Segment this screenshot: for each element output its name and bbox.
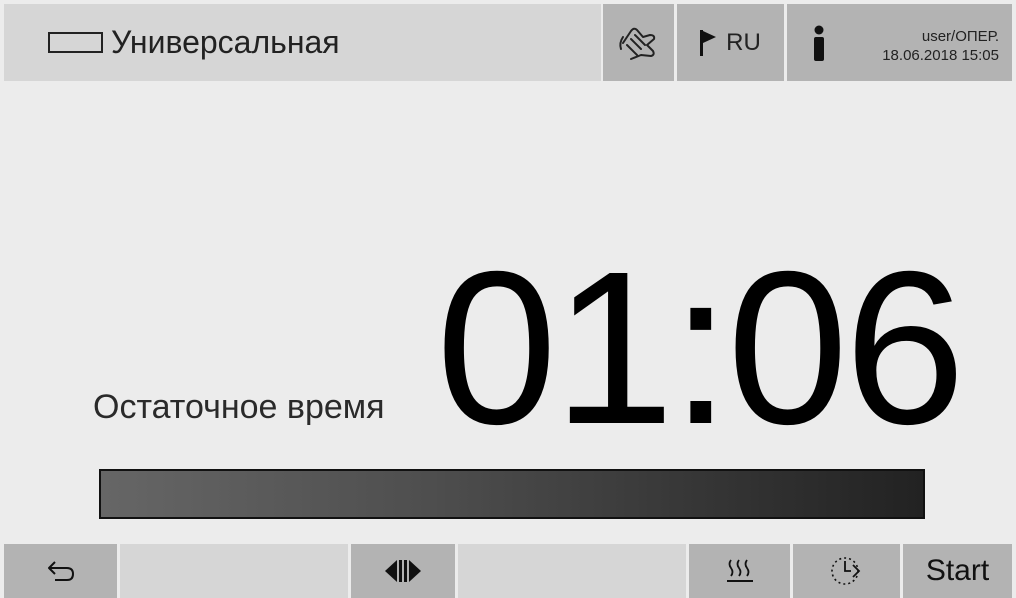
bottom-bar-spacer: [458, 544, 686, 598]
hand-touch-icon: [618, 27, 655, 60]
navigate-button[interactable]: [351, 544, 455, 598]
datetime: 18.06.2018 15:05: [882, 46, 999, 64]
left-right-arrows-icon: [385, 560, 421, 582]
delayed-start-icon: [830, 557, 860, 585]
back-arrow-icon: [47, 561, 74, 581]
top-bar: Универсальная RU user/ОПЕР. 18.06.2018 1…: [4, 4, 1012, 81]
program-rectangle-icon: [48, 32, 103, 53]
language-label: RU: [726, 28, 761, 56]
program-title: Универсальная: [111, 24, 340, 60]
user-name: user/ОПЕР.: [921, 28, 999, 45]
hand-touch-button[interactable]: [603, 4, 674, 81]
program-title-area: Универсальная: [4, 4, 601, 81]
progress-bar: [99, 469, 925, 519]
user-info: user/ОПЕР. 18.06.2018 15:05: [882, 28, 999, 66]
progress-bar-fill: [101, 471, 923, 517]
user-button[interactable]: user/ОПЕР. 18.06.2018 15:05: [787, 4, 1012, 81]
person-icon: [814, 25, 824, 61]
remaining-time-label: Остаточное время: [93, 388, 385, 426]
language-button[interactable]: RU: [677, 4, 784, 81]
start-button[interactable]: Start: [903, 544, 1012, 598]
heat-waves-icon: [726, 559, 753, 582]
flag-icon: [700, 29, 717, 56]
remaining-time-value: 01:06: [436, 227, 966, 470]
start-label: Start: [925, 554, 990, 587]
bottom-bar: Start: [4, 544, 1012, 598]
back-button[interactable]: [4, 544, 117, 598]
delayed-start-button[interactable]: [793, 544, 900, 598]
drying-button[interactable]: [689, 544, 790, 598]
bottom-bar-spacer: [120, 544, 348, 598]
